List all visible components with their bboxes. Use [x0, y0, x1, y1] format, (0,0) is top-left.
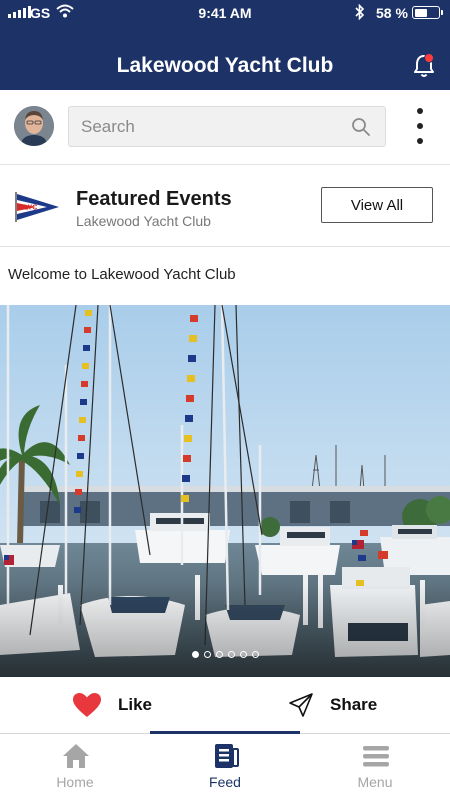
featured-subtitle: Lakewood Yacht Club	[76, 213, 211, 229]
carousel-dot[interactable]	[227, 651, 235, 658]
post-actions: Like Share	[0, 677, 450, 733]
tab-home[interactable]: Home	[0, 734, 150, 800]
battery-icon	[412, 6, 443, 19]
share-button[interactable]: Share	[288, 677, 377, 733]
tab-menu-label: Menu	[357, 774, 393, 790]
marina-photo	[0, 305, 450, 677]
carousel-dots[interactable]	[0, 651, 450, 658]
tab-feed[interactable]: Feed	[150, 734, 300, 800]
tab-menu[interactable]: Menu	[300, 734, 450, 800]
app-header: GS 9:41 AM 58 % Lakewood Yacht Club	[0, 0, 450, 90]
svg-text:LYC: LYC	[24, 205, 37, 212]
menu-icon	[363, 746, 389, 767]
post-text: Welcome to Lakewood Yacht Club	[8, 266, 236, 283]
share-label: Share	[330, 695, 378, 714]
search-icon[interactable]	[351, 117, 371, 137]
heart-icon	[73, 693, 101, 717]
carousel-dot[interactable]	[203, 651, 211, 658]
notification-badge	[424, 53, 434, 63]
send-icon	[289, 693, 313, 717]
like-label: Like	[118, 695, 153, 714]
search-bar-row	[0, 90, 450, 165]
carousel-dot[interactable]	[239, 651, 247, 658]
featured-title: Featured Events	[76, 188, 232, 210]
more-options-icon[interactable]	[412, 108, 428, 144]
tab-feed-label: Feed	[209, 774, 241, 790]
page-title: Lakewood Yacht Club	[116, 54, 334, 77]
battery-percent: 58 %	[376, 5, 408, 21]
bluetooth-icon	[355, 4, 365, 20]
search-input[interactable]	[81, 107, 341, 146]
featured-events-card[interactable]: LYC Featured Events Lakewood Yacht Club …	[0, 165, 450, 247]
status-bar: GS 9:41 AM 58 %	[0, 0, 450, 26]
like-button[interactable]: Like	[72, 677, 152, 733]
tab-home-label: Home	[56, 774, 94, 790]
avatar[interactable]	[14, 106, 54, 146]
search-box	[68, 106, 386, 147]
view-all-button[interactable]: View All	[321, 187, 433, 223]
carousel-dot[interactable]	[215, 651, 223, 658]
carousel-dot[interactable]	[251, 651, 259, 658]
post-photo-carousel[interactable]	[0, 305, 450, 677]
home-icon	[63, 744, 89, 768]
club-burgee-logo: LYC	[15, 192, 59, 222]
bottom-tab-bar: Home Feed Menu	[0, 731, 450, 800]
carousel-dot[interactable]	[191, 651, 199, 658]
feed-icon	[215, 744, 239, 768]
